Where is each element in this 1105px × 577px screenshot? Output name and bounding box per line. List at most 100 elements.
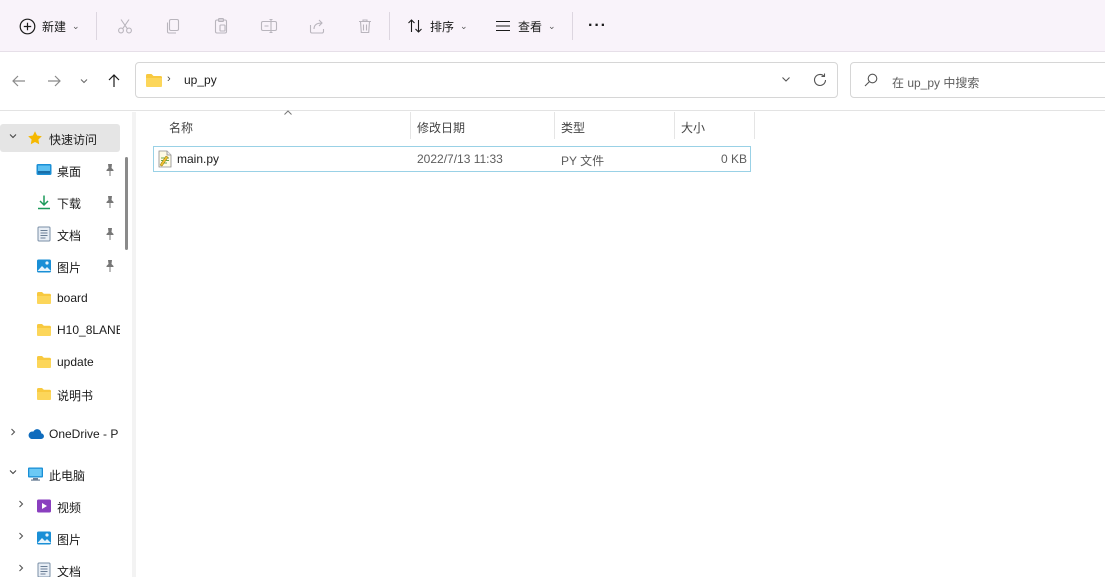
pin-icon — [104, 227, 116, 244]
arrow-left-icon — [12, 75, 25, 87]
forward-button[interactable] — [42, 69, 66, 93]
sidebar-item-pc-pictures[interactable]: 图片 — [0, 524, 120, 552]
sidebar-item-label: H10_8LANE — [57, 323, 120, 337]
folder-icon — [36, 386, 52, 402]
sidebar-item-label: 文档 — [57, 229, 82, 243]
chevron-down-icon: ⌄ — [72, 20, 80, 31]
sidebar-item-label: 此电脑 — [49, 469, 86, 483]
sidebar-item-quick-access[interactable]: 快速访问 — [0, 124, 120, 152]
column-header-name[interactable]: 名称 — [163, 112, 411, 139]
chevron-right-icon[interactable] — [15, 499, 27, 513]
sidebar-item-label: 快速访问 — [49, 133, 98, 147]
chevron-right-icon[interactable] — [15, 531, 27, 545]
column-header-date[interactable]: 修改日期 — [411, 112, 555, 139]
search-placeholder: 在 up_py 中搜索 — [892, 76, 980, 90]
ellipsis-icon: ··· — [588, 17, 607, 34]
cut-button[interactable] — [110, 10, 140, 42]
sort-button[interactable]: 排序 ⌄ — [400, 10, 474, 42]
refresh-button[interactable] — [812, 72, 828, 91]
more-options-button[interactable]: ··· — [582, 10, 613, 42]
sidebar-item-desktop[interactable]: 桌面 — [0, 156, 120, 184]
share-button[interactable] — [302, 10, 332, 42]
back-button[interactable] — [7, 69, 31, 93]
sort-button-label: 排序 — [430, 19, 455, 34]
sidebar-item-label: update — [57, 355, 94, 369]
view-list-icon — [494, 17, 512, 35]
desktop-icon — [36, 162, 52, 178]
arrow-up-icon — [108, 74, 120, 87]
recent-locations-button[interactable] — [72, 69, 96, 93]
clipboard-icon — [212, 17, 230, 35]
sidebar-item-pc-documents[interactable]: 文档 — [0, 556, 120, 577]
folder-icon — [36, 290, 52, 306]
address-history-dropdown[interactable] — [780, 73, 792, 88]
column-header-type[interactable]: 类型 — [555, 112, 675, 139]
navigation-pane: 快速访问 桌面 下载 文档 图片 board H10_8LANE update … — [0, 112, 132, 577]
copy-icon — [164, 17, 182, 35]
star-icon — [27, 130, 43, 146]
toolbar-divider — [96, 12, 97, 40]
view-button[interactable]: 查看 ⌄ — [488, 10, 562, 42]
sidebar-scrollbar[interactable] — [125, 157, 128, 250]
sidebar-item-label: 图片 — [57, 261, 82, 275]
chevron-down-icon[interactable] — [7, 131, 19, 145]
cloud-icon — [27, 426, 44, 442]
sidebar-item-label: 说明书 — [57, 389, 94, 403]
video-icon — [36, 498, 52, 514]
file-explorer-window: 新建 ⌄ 排序 ⌄ 查看 ⌄ ··· › up_py 在 up_py 中搜索 快… — [0, 0, 1105, 577]
delete-button[interactable] — [350, 10, 380, 42]
sidebar-item-board[interactable]: board — [0, 284, 120, 312]
search-box[interactable]: 在 up_py 中搜索 — [850, 62, 1105, 98]
refresh-icon — [813, 73, 827, 86]
plus-circle-icon — [18, 17, 36, 35]
file-name: main.py — [177, 152, 220, 166]
column-header-label: 大小 — [681, 121, 706, 135]
computer-icon — [27, 466, 43, 482]
share-icon — [308, 17, 326, 35]
arrow-right-icon — [48, 75, 61, 87]
download-icon — [36, 194, 52, 210]
new-button[interactable]: 新建 ⌄ — [12, 10, 86, 42]
column-header-label: 修改日期 — [417, 121, 466, 135]
column-header-size[interactable]: 大小 — [675, 112, 755, 139]
paste-button[interactable] — [206, 10, 236, 42]
address-bar[interactable]: › up_py — [135, 62, 838, 98]
pictures-icon — [36, 530, 52, 546]
sidebar-item-pictures[interactable]: 图片 — [0, 252, 120, 280]
file-modified-date: 2022/7/13 11:33 — [417, 152, 503, 166]
sidebar-item-manual[interactable]: 说明书 — [0, 380, 120, 408]
toolbar-divider — [572, 12, 573, 40]
up-button[interactable] — [102, 69, 126, 93]
sidebar-item-label: board — [57, 291, 88, 305]
sidebar-item-downloads[interactable]: 下载 — [0, 188, 120, 216]
search-icon — [864, 73, 878, 90]
chevron-right-icon[interactable] — [15, 563, 27, 577]
chevron-right-icon[interactable] — [7, 427, 19, 441]
file-list-pane: 名称 修改日期 类型 大小 main.py 2022/7/13 11:33 PY… — [136, 110, 1105, 577]
sidebar-item-documents[interactable]: 文档 — [0, 220, 120, 248]
chevron-down-icon — [80, 79, 88, 84]
address-row: › up_py 在 up_py 中搜索 — [0, 52, 1105, 111]
file-type: PY 文件 — [561, 154, 605, 168]
sidebar-item-videos[interactable]: 视频 — [0, 492, 120, 520]
chevron-right-icon: › — [167, 73, 171, 85]
file-row[interactable]: main.py 2022/7/13 11:33 PY 文件 0 KB — [153, 146, 751, 172]
sidebar-item-onedrive[interactable]: OneDrive - P — [0, 420, 120, 448]
copy-button[interactable] — [158, 10, 188, 42]
sort-icon — [406, 17, 424, 35]
sidebar-item-this-pc[interactable]: 此电脑 — [0, 460, 120, 488]
sidebar-item-h10-8lane[interactable]: H10_8LANE — [0, 316, 120, 344]
chevron-down-icon — [782, 77, 790, 82]
breadcrumb-current-folder[interactable]: up_py — [184, 73, 217, 87]
chevron-down-icon[interactable] — [7, 467, 19, 481]
column-divider[interactable] — [754, 112, 755, 139]
document-icon — [36, 562, 52, 577]
rename-icon — [260, 17, 278, 35]
rename-button[interactable] — [254, 10, 284, 42]
pin-icon — [104, 163, 116, 180]
folder-icon — [145, 73, 163, 91]
sidebar-item-label: 图片 — [57, 533, 82, 547]
document-icon — [36, 226, 52, 242]
sidebar-item-update[interactable]: update — [0, 348, 120, 376]
pin-icon — [104, 259, 116, 276]
